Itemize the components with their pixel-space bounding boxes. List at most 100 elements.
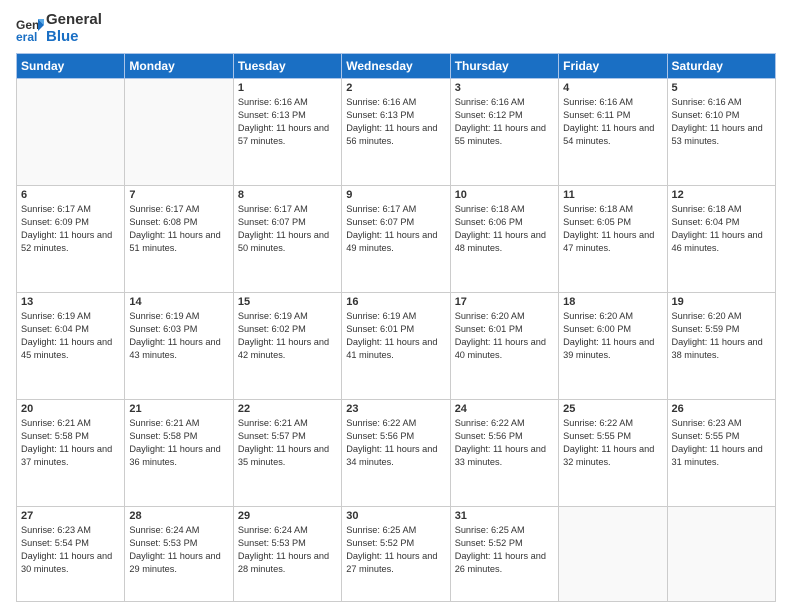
day-number: 1: [238, 82, 337, 94]
day-info: Sunrise: 6:22 AMSunset: 5:55 PMDaylight:…: [563, 417, 662, 469]
day-cell: 15 Sunrise: 6:19 AMSunset: 6:02 PMDayligh…: [233, 293, 341, 400]
day-number: 24: [455, 403, 554, 415]
day-cell: 13 Sunrise: 6:19 AMSunset: 6:04 PMDayligh…: [17, 293, 125, 400]
day-info: Sunrise: 6:18 AMSunset: 6:05 PMDaylight:…: [563, 203, 662, 255]
day-cell: 19Sunrise: 6:20 AMSunset: 5:59 PMDayligh…: [667, 293, 775, 400]
day-cell: 14 Sunrise: 6:19 AMSunset: 6:03 PMDayligh…: [125, 293, 233, 400]
day-number: 31: [455, 510, 554, 522]
day-number: 15: [238, 296, 337, 308]
day-cell: 26 Sunrise: 6:23 AMSunset: 5:55 PMDayligh…: [667, 400, 775, 507]
day-info: Sunrise: 6:22 AMSunset: 5:56 PMDaylight:…: [455, 417, 554, 469]
week-row-5: 27 Sunrise: 6:23 AMSunset: 5:54 PMDayligh…: [17, 507, 776, 602]
day-info: Sunrise: 6:19 AMSunset: 6:03 PMDaylight:…: [129, 310, 228, 362]
day-number: 17: [455, 296, 554, 308]
day-info: Sunrise: 6:16 AMSunset: 6:13 PMDaylight:…: [238, 96, 337, 148]
day-number: 28: [129, 510, 228, 522]
day-number: 27: [21, 510, 120, 522]
svg-text:eral: eral: [16, 30, 37, 43]
weekday-thursday: Thursday: [450, 54, 558, 79]
week-row-3: 13 Sunrise: 6:19 AMSunset: 6:04 PMDayligh…: [17, 293, 776, 400]
day-cell: 27 Sunrise: 6:23 AMSunset: 5:54 PMDayligh…: [17, 507, 125, 602]
day-info: Sunrise: 6:19 AMSunset: 6:01 PMDaylight:…: [346, 310, 445, 362]
day-cell: 18Sunrise: 6:20 AMSunset: 6:00 PMDayligh…: [559, 293, 667, 400]
day-cell: 12Sunrise: 6:18 AMSunset: 6:04 PMDayligh…: [667, 186, 775, 293]
day-cell: 20 Sunrise: 6:21 AMSunset: 5:58 PMDayligh…: [17, 400, 125, 507]
day-cell: 6 Sunrise: 6:17 AMSunset: 6:09 PMDaylight…: [17, 186, 125, 293]
day-cell: 24 Sunrise: 6:22 AMSunset: 5:56 PMDayligh…: [450, 400, 558, 507]
day-info: Sunrise: 6:21 AMSunset: 5:58 PMDaylight:…: [21, 417, 120, 469]
day-cell: 5 Sunrise: 6:16 AMSunset: 6:10 PMDaylight…: [667, 79, 775, 186]
day-info: Sunrise: 6:19 AMSunset: 6:04 PMDaylight:…: [21, 310, 120, 362]
day-info: Sunrise: 6:25 AMSunset: 5:52 PMDaylight:…: [455, 524, 554, 576]
day-cell: 1 Sunrise: 6:16 AMSunset: 6:13 PMDaylight…: [233, 79, 341, 186]
day-cell: 11 Sunrise: 6:18 AMSunset: 6:05 PMDayligh…: [559, 186, 667, 293]
day-number: 7: [129, 189, 228, 201]
day-cell: [559, 507, 667, 602]
day-number: 14: [129, 296, 228, 308]
page-header: Gen eral General Blue: [16, 12, 776, 45]
calendar-table: SundayMondayTuesdayWednesdayThursdayFrid…: [16, 53, 776, 602]
day-cell: 28 Sunrise: 6:24 AMSunset: 5:53 PMDayligh…: [125, 507, 233, 602]
day-number: 19: [672, 296, 771, 308]
day-cell: 4Sunrise: 6:16 AMSunset: 6:11 PMDaylight…: [559, 79, 667, 186]
weekday-wednesday: Wednesday: [342, 54, 450, 79]
weekday-header-row: SundayMondayTuesdayWednesdayThursdayFrid…: [17, 54, 776, 79]
day-info: Sunrise: 6:16 AMSunset: 6:10 PMDaylight:…: [672, 96, 771, 148]
day-number: 10: [455, 189, 554, 201]
day-info: Sunrise: 6:21 AMSunset: 5:57 PMDaylight:…: [238, 417, 337, 469]
day-cell: 31 Sunrise: 6:25 AMSunset: 5:52 PMDayligh…: [450, 507, 558, 602]
day-number: 11: [563, 189, 662, 201]
day-number: 12: [672, 189, 771, 201]
day-number: 29: [238, 510, 337, 522]
day-number: 8: [238, 189, 337, 201]
weekday-sunday: Sunday: [17, 54, 125, 79]
day-cell: 23 Sunrise: 6:22 AMSunset: 5:56 PMDayligh…: [342, 400, 450, 507]
logo-text: General Blue: [46, 12, 102, 45]
day-info: Sunrise: 6:23 AMSunset: 5:55 PMDaylight:…: [672, 417, 771, 469]
day-number: 25: [563, 403, 662, 415]
day-info: Sunrise: 6:24 AMSunset: 5:53 PMDaylight:…: [129, 524, 228, 576]
week-row-4: 20 Sunrise: 6:21 AMSunset: 5:58 PMDayligh…: [17, 400, 776, 507]
day-info: Sunrise: 6:23 AMSunset: 5:54 PMDaylight:…: [21, 524, 120, 576]
day-number: 21: [129, 403, 228, 415]
day-info: Sunrise: 6:19 AMSunset: 6:02 PMDaylight:…: [238, 310, 337, 362]
logo-icon: Gen eral: [16, 15, 44, 43]
day-info: Sunrise: 6:17 AMSunset: 6:07 PMDaylight:…: [346, 203, 445, 255]
day-info: Sunrise: 6:25 AMSunset: 5:52 PMDaylight:…: [346, 524, 445, 576]
day-cell: [667, 507, 775, 602]
day-info: Sunrise: 6:17 AMSunset: 6:08 PMDaylight:…: [129, 203, 228, 255]
day-number: 3: [455, 82, 554, 94]
day-cell: 25 Sunrise: 6:22 AMSunset: 5:55 PMDayligh…: [559, 400, 667, 507]
week-row-1: 1 Sunrise: 6:16 AMSunset: 6:13 PMDaylight…: [17, 79, 776, 186]
weekday-saturday: Saturday: [667, 54, 775, 79]
day-info: Sunrise: 6:17 AMSunset: 6:09 PMDaylight:…: [21, 203, 120, 255]
day-info: Sunrise: 6:17 AMSunset: 6:07 PMDaylight:…: [238, 203, 337, 255]
day-cell: 16 Sunrise: 6:19 AMSunset: 6:01 PMDayligh…: [342, 293, 450, 400]
day-cell: 21Sunrise: 6:21 AMSunset: 5:58 PMDayligh…: [125, 400, 233, 507]
day-number: 16: [346, 296, 445, 308]
day-number: 26: [672, 403, 771, 415]
day-info: Sunrise: 6:18 AMSunset: 6:06 PMDaylight:…: [455, 203, 554, 255]
day-number: 30: [346, 510, 445, 522]
day-number: 22: [238, 403, 337, 415]
day-cell: [17, 79, 125, 186]
weekday-monday: Monday: [125, 54, 233, 79]
weekday-tuesday: Tuesday: [233, 54, 341, 79]
week-row-2: 6 Sunrise: 6:17 AMSunset: 6:09 PMDaylight…: [17, 186, 776, 293]
day-info: Sunrise: 6:22 AMSunset: 5:56 PMDaylight:…: [346, 417, 445, 469]
day-info: Sunrise: 6:16 AMSunset: 6:11 PMDaylight:…: [563, 96, 662, 148]
day-number: 2: [346, 82, 445, 94]
day-cell: 30 Sunrise: 6:25 AMSunset: 5:52 PMDayligh…: [342, 507, 450, 602]
day-number: 13: [21, 296, 120, 308]
day-cell: 2 Sunrise: 6:16 AMSunset: 6:13 PMDaylight…: [342, 79, 450, 186]
day-number: 5: [672, 82, 771, 94]
day-cell: 8 Sunrise: 6:17 AMSunset: 6:07 PMDaylight…: [233, 186, 341, 293]
day-number: 23: [346, 403, 445, 415]
weekday-friday: Friday: [559, 54, 667, 79]
day-number: 18: [563, 296, 662, 308]
day-number: 20: [21, 403, 120, 415]
day-number: 6: [21, 189, 120, 201]
day-info: Sunrise: 6:16 AMSunset: 6:12 PMDaylight:…: [455, 96, 554, 148]
day-info: Sunrise: 6:16 AMSunset: 6:13 PMDaylight:…: [346, 96, 445, 148]
day-info: Sunrise: 6:20 AMSunset: 6:01 PMDaylight:…: [455, 310, 554, 362]
